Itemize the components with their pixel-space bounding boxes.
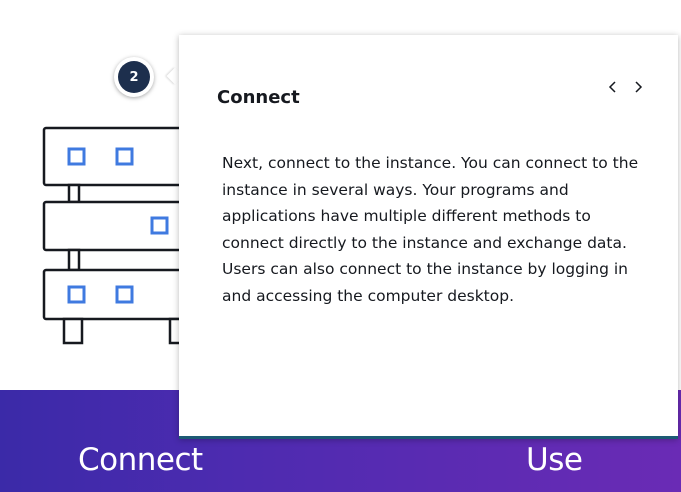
- server-unit-bottom: [42, 268, 196, 321]
- previous-step-button[interactable]: [603, 75, 623, 99]
- popover-description: Next, connect to the instance. You can c…: [222, 154, 639, 305]
- step-popover: Connect Next, connect to the instance. Y…: [179, 35, 678, 439]
- next-step-button[interactable]: [628, 75, 648, 99]
- server-connector: [67, 183, 81, 204]
- server-foot: [62, 317, 84, 345]
- server-connector: [67, 248, 81, 272]
- server-unit-middle: [42, 200, 196, 252]
- step-number: 2: [118, 61, 150, 93]
- chevron-right-icon: [635, 81, 643, 93]
- server-unit-top: [42, 126, 196, 187]
- chevron-left-icon: [608, 81, 616, 93]
- popover-title: Connect: [217, 87, 300, 108]
- step-badge[interactable]: 2: [114, 57, 154, 97]
